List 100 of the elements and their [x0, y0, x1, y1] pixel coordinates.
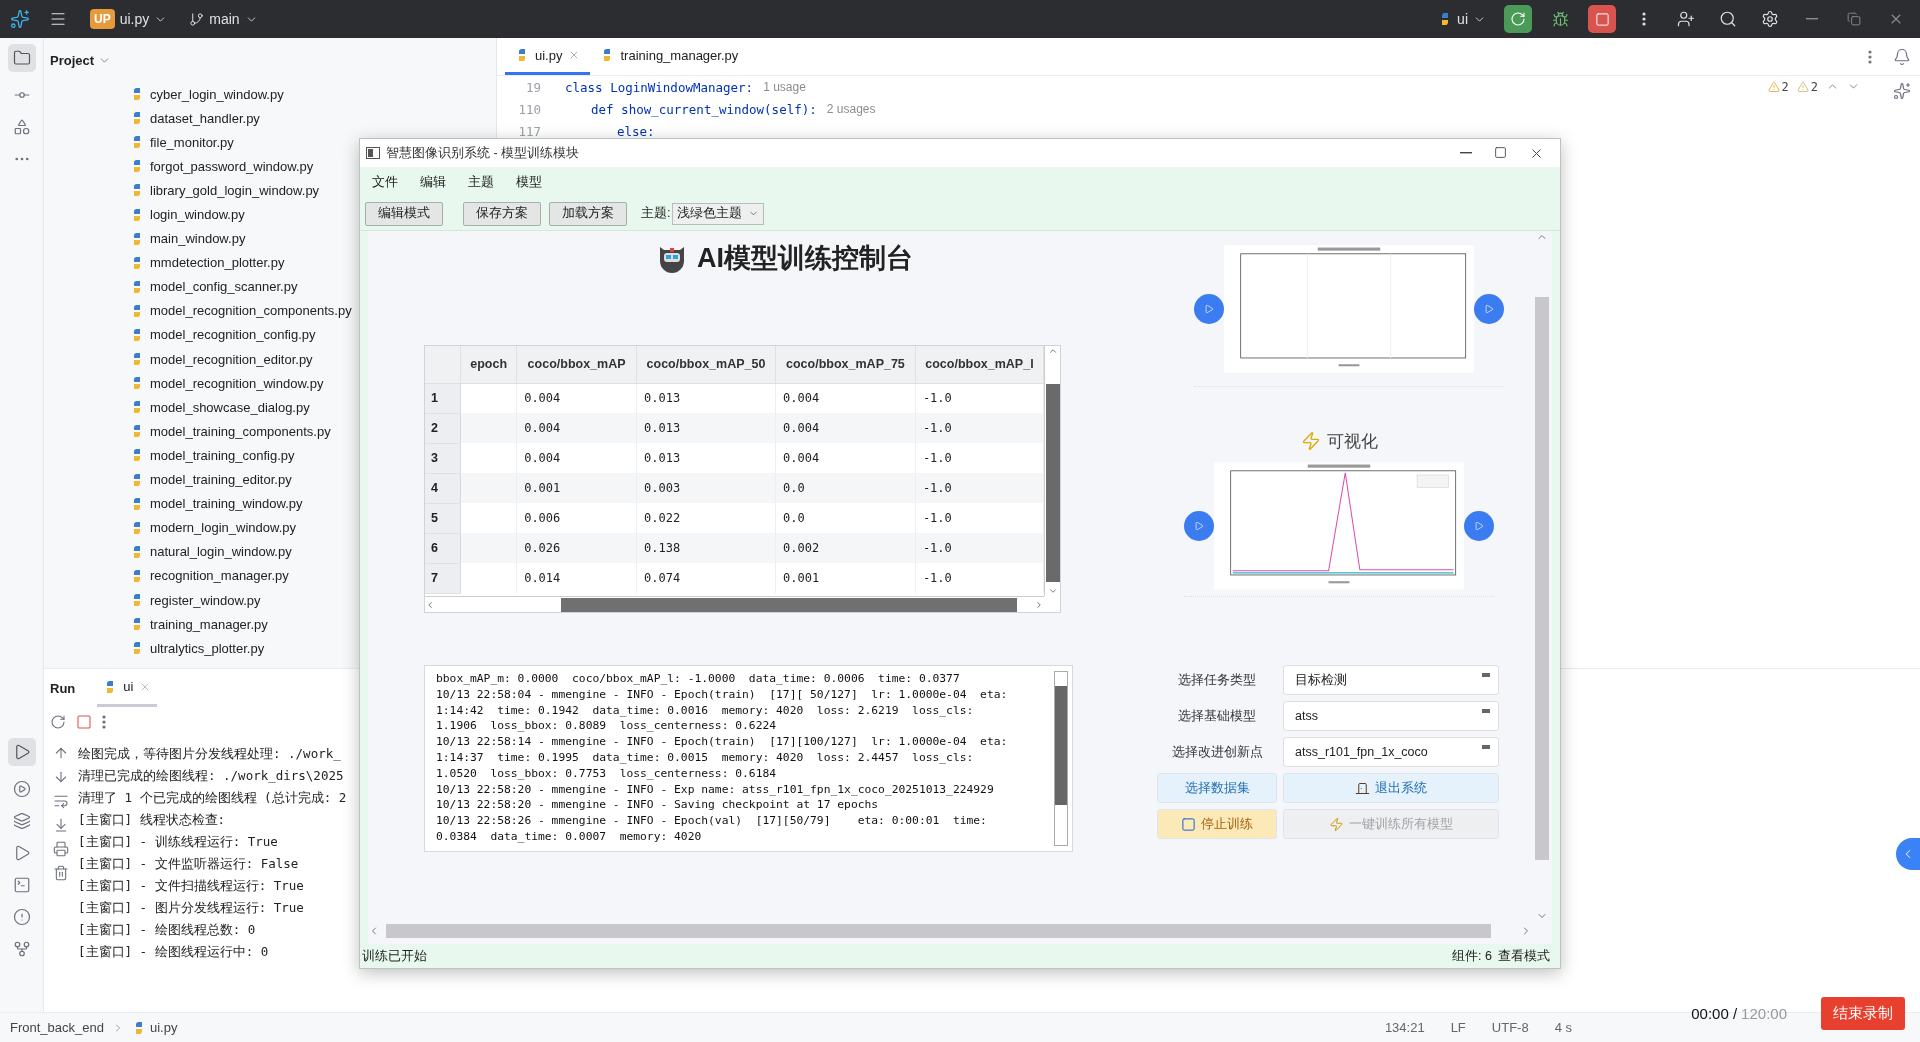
menu-item[interactable]: 主题: [462, 171, 500, 193]
assistant-icon[interactable]: [1893, 82, 1911, 100]
editor-tab[interactable]: training_manager.py: [590, 38, 749, 75]
soft-wrap-icon[interactable]: [53, 793, 69, 809]
breadcrumb-item[interactable]: ui.py: [149, 1020, 178, 1035]
git-icon[interactable]: [12, 940, 31, 958]
project-selector[interactable]: UP ui.py: [86, 7, 172, 31]
file-item[interactable]: mmdetection_plotter.py: [150, 255, 285, 271]
minimize-icon[interactable]: [1460, 152, 1472, 154]
minimize-icon[interactable]: [1806, 18, 1818, 20]
file-item[interactable]: library_gold_login_window.py: [150, 182, 320, 198]
table-cell: 0.0: [775, 503, 916, 533]
file-item[interactable]: main_window.py: [150, 231, 246, 247]
action-button[interactable]: 停止训练: [1157, 809, 1277, 839]
bell-icon[interactable]: [1893, 48, 1911, 66]
theme-dropdown[interactable]: 浅绿色主题: [672, 202, 765, 225]
horizontal-scrollbar[interactable]: [425, 596, 1044, 612]
maximize-icon[interactable]: [1494, 145, 1507, 159]
warning-count[interactable]: 2: [1810, 80, 1818, 94]
toolbar-button[interactable]: 保存方案: [463, 201, 541, 226]
select-field[interactable]: atss_r101_fpn_1x_coco: [1283, 737, 1499, 767]
project-tool-button[interactable]: [7, 44, 36, 72]
file-item[interactable]: forgot_password_window.py: [150, 158, 314, 174]
file-item[interactable]: model_training_window.py: [150, 496, 303, 512]
table-cell: -1.0: [915, 533, 1044, 563]
file-item[interactable]: login_window.py: [150, 207, 245, 222]
trash-icon[interactable]: [53, 865, 69, 881]
terminal-icon[interactable]: [12, 876, 31, 894]
file-item[interactable]: file_monitor.py: [150, 134, 234, 150]
file-item[interactable]: model_recognition_window.py: [150, 375, 324, 391]
file-item[interactable]: recognition_manager.py: [150, 568, 289, 584]
editor-tab[interactable]: ui.py: [505, 38, 591, 75]
file-item[interactable]: model_training_config.py: [150, 447, 295, 463]
cursor-position[interactable]: 134:21: [1384, 1020, 1425, 1035]
file-item[interactable]: model_showcase_dialog.py: [150, 399, 310, 415]
file-item[interactable]: model_recognition_config.py: [150, 327, 316, 343]
problems-icon[interactable]: [12, 908, 31, 926]
column-header[interactable]: epoch: [460, 346, 517, 383]
section-title: 可视化: [1326, 430, 1378, 453]
action-button[interactable]: 退出系统: [1283, 773, 1499, 803]
column-header[interactable]: coco/bbox_mAP_50: [636, 346, 776, 383]
print-icon[interactable]: [53, 841, 69, 857]
file-item[interactable]: model_recognition_components.py: [150, 303, 352, 319]
warning-icon: [1767, 81, 1780, 93]
run-tool-button[interactable]: [7, 738, 36, 766]
table-cell: 0.013: [636, 413, 776, 443]
select-field[interactable]: atss: [1283, 701, 1499, 731]
file-item[interactable]: model_config_scanner.py: [150, 279, 298, 295]
usage-hint[interactable]: 2 usages: [826, 102, 876, 116]
panel-title[interactable]: Project: [50, 52, 95, 68]
stop-recording-button[interactable]: 结束录制: [1821, 997, 1905, 1030]
file-item[interactable]: training_manager.py: [150, 616, 268, 632]
table-cell: 0.074: [636, 563, 776, 593]
rerun-button[interactable]: [1504, 5, 1532, 33]
next-button[interactable]: [1464, 510, 1494, 541]
menu-item[interactable]: 编辑: [414, 171, 452, 193]
file-item[interactable]: cyber_login_window.py: [150, 86, 284, 102]
column-header[interactable]: coco/bbox_mAP: [516, 346, 637, 383]
select-field[interactable]: 目标检测: [1283, 665, 1499, 695]
file-item[interactable]: model_training_components.py: [150, 423, 331, 439]
file-item[interactable]: natural_login_window.py: [150, 544, 292, 560]
console-line: [主窗口] - 训练线程运行: True: [78, 833, 278, 851]
scroll-to-end-icon[interactable]: [53, 817, 69, 833]
menu-item[interactable]: 文件: [366, 171, 404, 193]
breadcrumb-item[interactable]: Front_back_end: [10, 1020, 104, 1035]
collapse-tab[interactable]: [1896, 838, 1920, 870]
layers-icon[interactable]: [12, 812, 31, 830]
file-item[interactable]: modern_login_window.py: [150, 520, 296, 536]
log-line: 10/13 22:58:20 - mmengine - INFO - Saving checkpoint at 17 epochs: [436, 797, 880, 814]
warning-count[interactable]: 2: [1781, 80, 1789, 94]
more-icon[interactable]: [102, 715, 106, 729]
run-config-selector[interactable]: ui: [1434, 9, 1490, 29]
branch-selector[interactable]: main: [185, 9, 262, 29]
file-item[interactable]: ultralytics_plotter.py: [150, 640, 265, 656]
vertical-scrollbar[interactable]: [1044, 346, 1060, 596]
more-icon[interactable]: [1642, 12, 1646, 26]
file-item[interactable]: model_training_editor.py: [150, 472, 292, 488]
python-console-icon[interactable]: [12, 780, 31, 798]
structure-icon[interactable]: [12, 118, 31, 136]
stop-button[interactable]: [1588, 5, 1616, 33]
run-tab[interactable]: ui: [97, 669, 158, 707]
file-encoding[interactable]: UTF-8: [1491, 1020, 1529, 1035]
menu-item[interactable]: 模型: [510, 171, 548, 193]
toolbar-button[interactable]: 编辑模式: [365, 201, 443, 226]
rerun-icon[interactable]: [50, 714, 66, 730]
line-ending[interactable]: LF: [1450, 1020, 1466, 1035]
toolbar-button[interactable]: 加载方案: [549, 201, 627, 226]
previous-button[interactable]: [1184, 510, 1214, 541]
next-button[interactable]: [1474, 293, 1504, 324]
file-item[interactable]: model_recognition_editor.py: [150, 351, 313, 367]
previous-button[interactable]: [1194, 293, 1224, 324]
file-item[interactable]: dataset_handler.py: [150, 110, 260, 126]
column-header[interactable]: coco/bbox_mAP_75: [775, 346, 916, 383]
log-scrollbar[interactable]: [1054, 671, 1068, 846]
indent-setting[interactable]: 4 s: [1554, 1020, 1572, 1035]
column-header[interactable]: coco/bbox_mAP_l: [915, 346, 1044, 383]
log-line: 10/13 22:58:14 - mmengine - INFO - Epoch(train) [17][100/127] lr: 1.0000e-04 eta:: [436, 734, 1009, 750]
action-button[interactable]: 选择数据集: [1157, 773, 1277, 803]
file-item[interactable]: register_window.py: [150, 592, 261, 608]
line-number: 117: [517, 123, 541, 139]
